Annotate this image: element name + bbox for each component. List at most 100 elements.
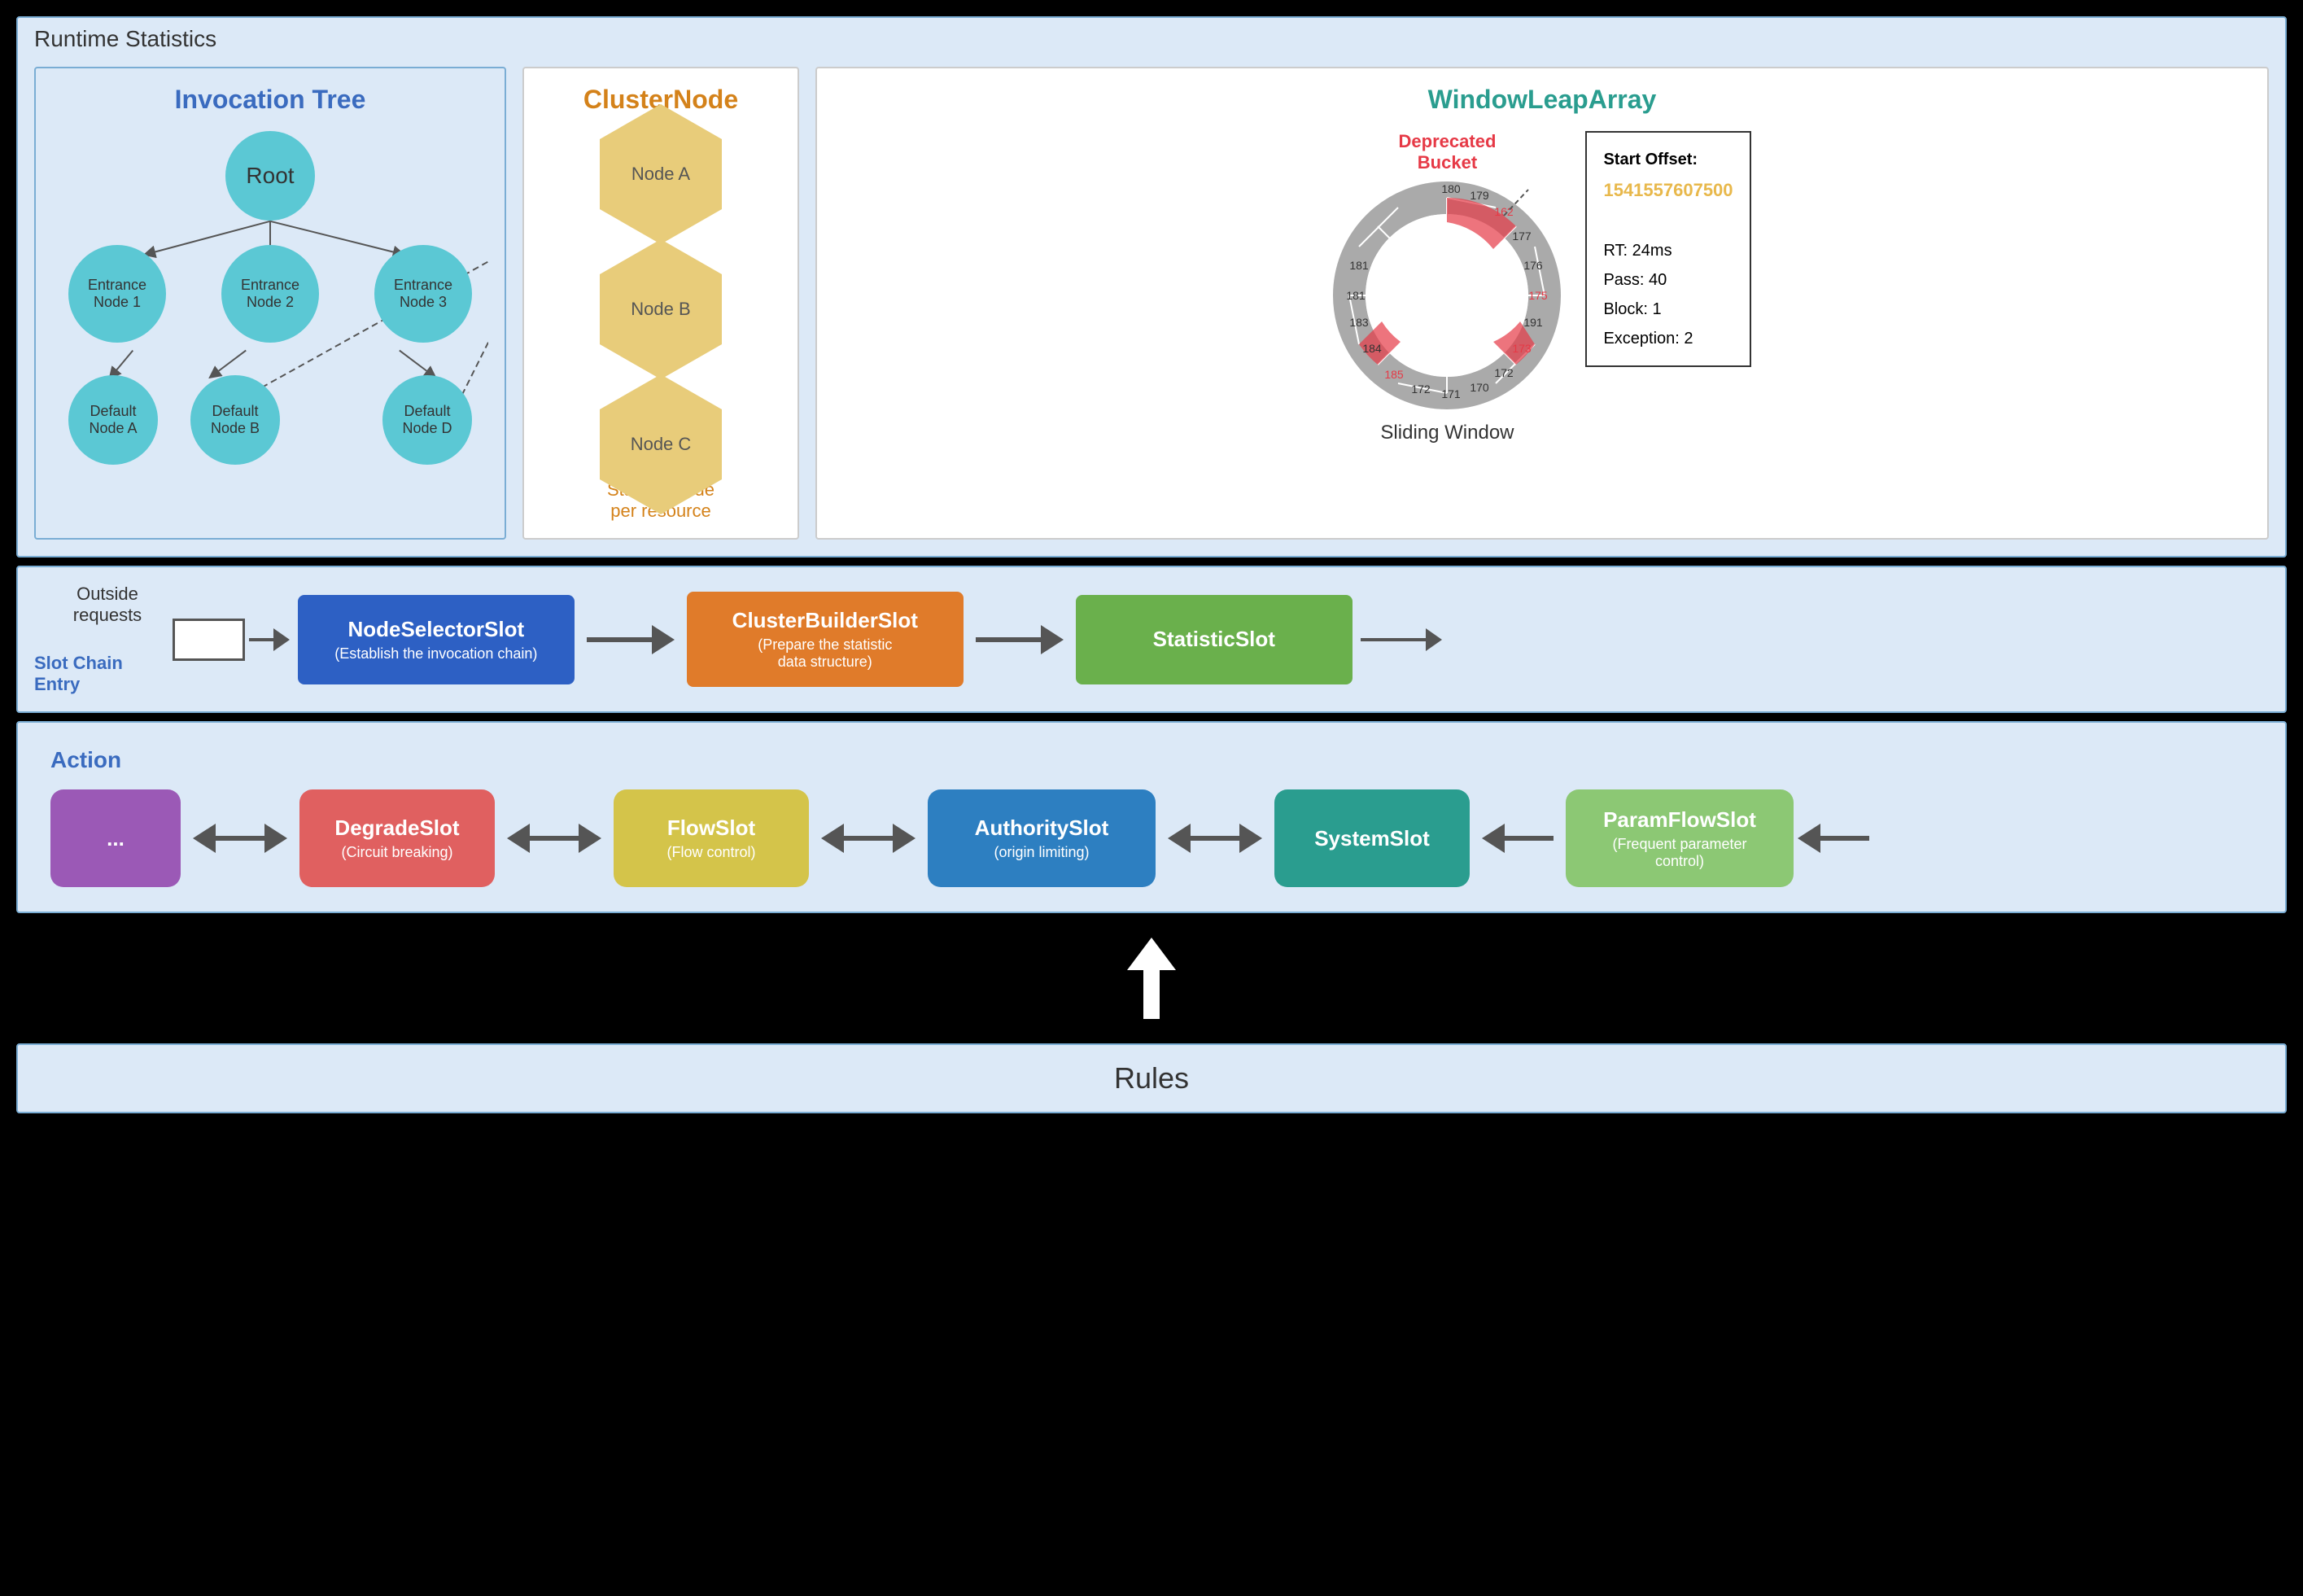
hex-node-a: Node A — [600, 139, 722, 209]
arrow-head-out — [1426, 628, 1442, 651]
svg-text:162: 162 — [1495, 205, 1514, 218]
degrade-title: DegradeSlot — [334, 815, 459, 841]
runtime-inner: Invocation Tree — [34, 67, 2269, 540]
arrow-shaft-a3 — [844, 836, 893, 841]
param-flow-input-arrow — [1798, 824, 1869, 853]
arrow-right-a1 — [264, 824, 287, 853]
slot-chain-inner: NodeSelectorSlot (Establish the invocati… — [173, 592, 2253, 687]
svg-text:183: 183 — [1350, 316, 1370, 329]
arrow-shaft-a1 — [216, 836, 264, 841]
arrow-shaft-1 — [249, 638, 273, 641]
up-arrow — [1127, 938, 1176, 1019]
param-flow-slot: ParamFlowSlot (Frequent parametercontrol… — [1566, 789, 1794, 887]
param-flow-title: ParamFlowSlot — [1603, 807, 1756, 833]
arrow-action-3 — [821, 824, 916, 853]
sliding-window-container: DeprecatedBucket — [1333, 131, 1561, 444]
up-arrow-container — [16, 921, 2287, 1035]
node-selector-title: NodeSelectorSlot — [347, 617, 524, 642]
arrow-right-3 — [1041, 625, 1064, 654]
svg-text:172: 172 — [1495, 366, 1514, 379]
pass-value: Pass: 40 — [1603, 265, 1733, 295]
arrow-right-a4 — [1239, 824, 1262, 853]
svg-text:179: 179 — [1471, 189, 1490, 202]
param-flow-subtitle: (Frequent parametercontrol) — [1612, 836, 1746, 870]
action-label: Action — [50, 747, 2253, 773]
svg-text:181: 181 — [1347, 289, 1366, 302]
authority-subtitle: (origin limiting) — [994, 844, 1089, 861]
arrow-left-param — [1798, 824, 1820, 853]
cluster-builder-slot: ClusterBuilderSlot (Prepare the statisti… — [687, 592, 964, 687]
slot-chain-entry-label: Slot ChainEntry — [34, 653, 123, 695]
invocation-tree-title: Invocation Tree — [52, 85, 488, 115]
flow-slot: FlowSlot (Flow control) — [614, 789, 809, 887]
arrow-right-2 — [652, 625, 675, 654]
window-leap-title: WindowLeapArray — [833, 85, 2251, 115]
default-node-a: DefaultNode A — [68, 375, 158, 465]
arrow-shaft-2 — [587, 637, 652, 642]
runtime-stats-section: Runtime Statistics Invocation Tree — [16, 16, 2287, 558]
arrow-left-4 — [1168, 824, 1191, 853]
arrow-left-5 — [1482, 824, 1505, 853]
start-offset-label: Start Offset: 1541557607500 — [1603, 145, 1733, 207]
statistic-slot-title: StatisticSlot — [1153, 627, 1275, 652]
svg-text:180: 180 — [1442, 182, 1462, 195]
cluster-builder-title: ClusterBuilderSlot — [732, 608, 918, 633]
tree-area: Root EntranceNode 1 EntranceNode 2 Entra… — [52, 131, 488, 481]
arrow-shaft-out — [1361, 638, 1426, 641]
node-selector-slot: NodeSelectorSlot (Establish the invocati… — [298, 595, 575, 684]
input-arrow — [173, 619, 290, 661]
main-container: Runtime Statistics Invocation Tree — [0, 0, 2303, 1596]
arrow-left-3 — [821, 824, 844, 853]
flow-title: FlowSlot — [667, 815, 755, 841]
system-slot: SystemSlot — [1274, 789, 1470, 887]
arrow-action-2 — [507, 824, 601, 853]
dots-slot: ... — [50, 789, 181, 887]
svg-text:171: 171 — [1442, 387, 1462, 400]
up-arrow-shaft — [1143, 970, 1160, 1019]
arrow-shaft-a5 — [1505, 836, 1554, 841]
arrow-2 — [587, 625, 675, 654]
entrance-node-3: EntranceNode 3 — [374, 245, 472, 343]
hex-node-c: Node C — [600, 409, 722, 479]
rules-section: Rules — [16, 1043, 2287, 1113]
block-value: Block: 1 — [1603, 295, 1733, 324]
arrow-action-4 — [1168, 824, 1262, 853]
dots-title: ... — [107, 826, 125, 851]
arrow-shaft-param — [1820, 836, 1869, 841]
authority-slot: AuthoritySlot (origin limiting) — [928, 789, 1156, 887]
entrance-node-2: EntranceNode 2 — [221, 245, 319, 343]
svg-text:184: 184 — [1363, 342, 1383, 355]
arrow-shaft-3 — [976, 637, 1041, 642]
slot-chain-section: Outsiderequests Slot ChainEntry NodeSele… — [16, 566, 2287, 713]
arrow-action-1 — [193, 824, 287, 853]
action-section: Action ... DegradeSlot (Circuit breaking… — [16, 721, 2287, 913]
arrow-shaft-a2 — [530, 836, 579, 841]
svg-text:175: 175 — [1529, 289, 1549, 302]
info-box: Start Offset: 1541557607500 RT: 24ms Pas… — [1585, 131, 1750, 367]
window-leap-box: WindowLeapArray DeprecatedBucket — [815, 67, 2269, 540]
degrade-slot: DegradeSlot (Circuit breaking) — [299, 789, 495, 887]
hex-node-b: Node B — [600, 274, 722, 344]
root-node: Root — [225, 131, 315, 221]
svg-text:181: 181 — [1350, 259, 1370, 272]
hex-b-wrapper: Node B — [600, 274, 722, 344]
svg-text:172: 172 — [1412, 383, 1431, 396]
invocation-tree-box: Invocation Tree — [34, 67, 506, 540]
degrade-subtitle: (Circuit breaking) — [341, 844, 452, 861]
output-arrow — [1361, 628, 1442, 651]
entrance-node-1: EntranceNode 1 — [68, 245, 166, 343]
authority-title: AuthoritySlot — [975, 815, 1109, 841]
default-node-b: DefaultNode B — [190, 375, 280, 465]
arrow-left-2 — [507, 824, 530, 853]
node-selector-subtitle: (Establish the invocation chain) — [334, 645, 537, 662]
exception-value: Exception: 2 — [1603, 324, 1733, 353]
sliding-window-label: Sliding Window — [1380, 422, 1514, 444]
svg-text:170: 170 — [1471, 381, 1490, 394]
arrow-head-1 — [273, 628, 290, 651]
arrow-3 — [976, 625, 1064, 654]
svg-text:191: 191 — [1524, 316, 1544, 329]
flow-subtitle: (Flow control) — [666, 844, 755, 861]
runtime-stats-label: Runtime Statistics — [34, 26, 216, 52]
arrow-right-a2 — [579, 824, 601, 853]
ring-svg: 180 179 162 177 176 175 191 173 172 170 … — [1333, 181, 1561, 409]
